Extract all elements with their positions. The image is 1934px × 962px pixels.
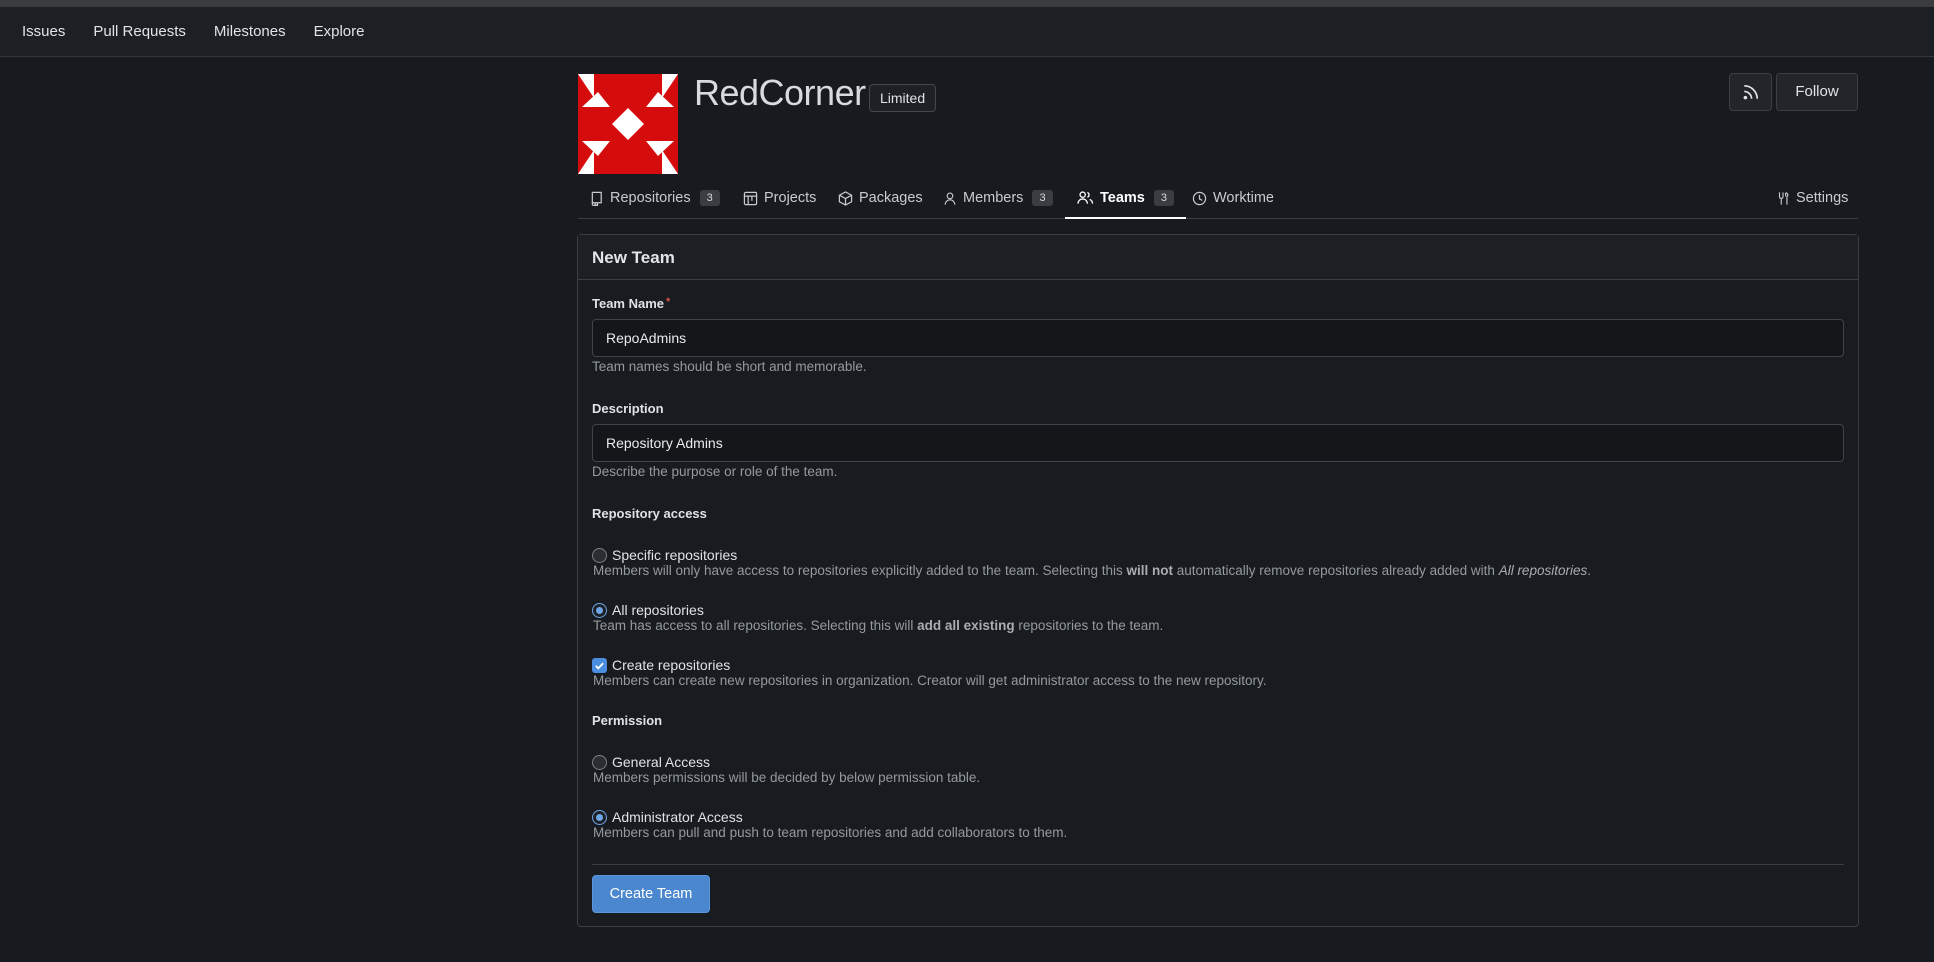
- nav-issues[interactable]: Issues: [8, 23, 79, 40]
- specific-repositories-option[interactable]: Specific repositories: [592, 547, 737, 563]
- tab-repositories[interactable]: Repositories 3: [590, 178, 720, 218]
- person-icon: [944, 192, 956, 205]
- nav-milestones[interactable]: Milestones: [200, 23, 300, 40]
- general-access-help: Members permissions will be decided by b…: [593, 770, 981, 785]
- window-top-strip: [0, 0, 1934, 7]
- rss-feed-button[interactable]: [1729, 73, 1772, 111]
- team-name-help: Team names should be short and memorable…: [592, 359, 867, 374]
- create-team-button[interactable]: Create Team: [592, 875, 710, 913]
- administrator-access-option[interactable]: Administrator Access: [592, 809, 743, 825]
- org-tabs: Repositories 3 Projects Packages Members…: [578, 178, 1858, 219]
- general-access-radio[interactable]: [592, 754, 607, 770]
- create-repositories-help: Members can create new repositories in o…: [593, 673, 1267, 688]
- general-access-option[interactable]: General Access: [592, 754, 710, 770]
- tab-settings[interactable]: Settings: [1776, 178, 1848, 218]
- form-title: New Team: [578, 235, 1858, 280]
- package-icon: [838, 190, 853, 206]
- tab-projects[interactable]: Projects: [743, 178, 816, 218]
- follow-button[interactable]: Follow: [1776, 73, 1858, 111]
- clock-icon: [1192, 191, 1207, 205]
- visibility-badge: Limited: [869, 84, 937, 112]
- administrator-access-radio[interactable]: [592, 809, 607, 825]
- nav-explore[interactable]: Explore: [300, 23, 379, 40]
- all-repositories-radio[interactable]: [592, 602, 607, 618]
- people-icon: [1077, 191, 1094, 204]
- tools-icon: [1778, 191, 1789, 205]
- team-name-label: Team Name *: [592, 296, 671, 311]
- tab-teams[interactable]: Teams 3: [1065, 178, 1186, 219]
- repository-access-label: Repository access: [592, 506, 707, 521]
- specific-repositories-help: Members will only have access to reposit…: [593, 563, 1591, 578]
- tab-worktime[interactable]: Worktime: [1192, 178, 1274, 218]
- description-label: Description: [592, 401, 664, 416]
- specific-repositories-radio[interactable]: [592, 547, 607, 563]
- permission-label: Permission: [592, 713, 663, 728]
- teams-count: 3: [1153, 189, 1174, 206]
- create-repositories-checkbox[interactable]: [592, 657, 607, 673]
- repo-icon: [591, 191, 602, 206]
- form-divider: [592, 864, 1844, 865]
- administrator-access-help: Members can pull and push to team reposi…: [593, 825, 1068, 840]
- create-repositories-option[interactable]: Create repositories: [592, 657, 730, 673]
- tab-members[interactable]: Members 3: [943, 178, 1053, 218]
- new-team-form: New Team Team Name* Team names should be…: [577, 234, 1859, 927]
- team-name-input[interactable]: [592, 319, 1844, 357]
- tab-packages[interactable]: Packages: [838, 178, 923, 218]
- all-repositories-help: Team has access to all repositories. Sel…: [593, 618, 1164, 633]
- repositories-count: 3: [699, 190, 720, 206]
- description-help: Describe the purpose or role of the team…: [592, 464, 838, 479]
- all-repositories-option[interactable]: All repositories: [592, 602, 704, 618]
- org-name: RedCorner: [694, 72, 866, 113]
- nav-pull-requests[interactable]: Pull Requests: [79, 23, 200, 40]
- description-input[interactable]: [592, 424, 1844, 462]
- top-navbar: Issues Pull Requests Milestones Explore: [0, 7, 1934, 57]
- project-icon: [743, 191, 758, 205]
- rss-icon: [1743, 84, 1758, 100]
- required-mark: *: [666, 296, 671, 308]
- members-count: 3: [1032, 190, 1053, 206]
- org-avatar: [578, 74, 678, 174]
- checkmark-icon: [595, 662, 604, 670]
